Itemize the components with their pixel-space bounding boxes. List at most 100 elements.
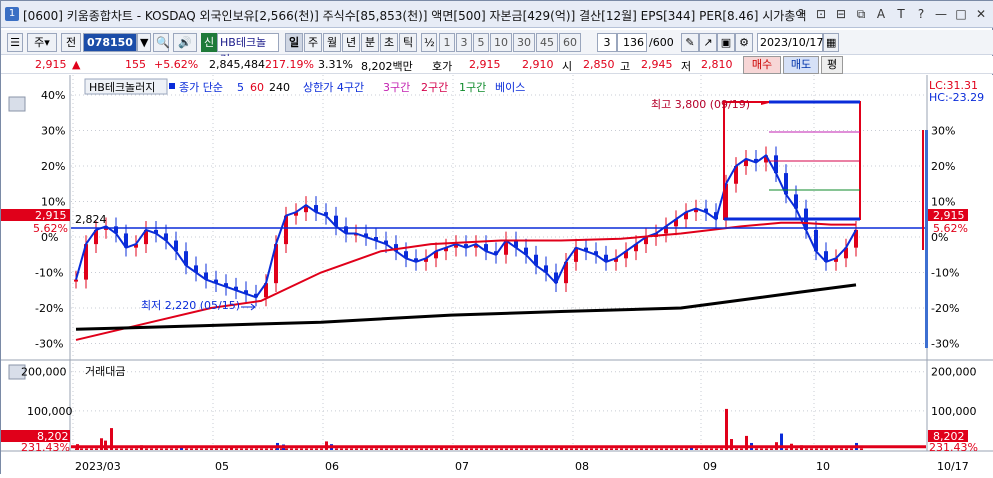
chart-area[interactable]: 40% 30% 20% 10% 0% -10% -20% -30% 30% 20% 10% 0% -10… bbox=[1, 75, 993, 475]
info-icon[interactable]: ? bbox=[912, 4, 930, 24]
title-bar: 1 [0600] 키움종합차트 - KOSDAQ 외국인보유[2,566(천)]… bbox=[1, 1, 993, 28]
current-price: 2,915 bbox=[35, 58, 67, 71]
capture-icon[interactable]: ⊡ bbox=[812, 4, 830, 24]
maximize-icon[interactable]: □ bbox=[952, 4, 970, 24]
period-button-2[interactable]: 월 bbox=[323, 33, 341, 52]
vol-bar-small bbox=[695, 448, 698, 450]
pin-icon[interactable]: ✎ bbox=[681, 33, 699, 52]
new-badge[interactable]: 신 bbox=[201, 33, 217, 52]
calendar-icon[interactable]: ▦ bbox=[823, 33, 839, 52]
interval-button-30[interactable]: 30 bbox=[513, 33, 535, 52]
vol-bar-small bbox=[195, 448, 198, 450]
high-annotation: 최고 3,800 (09/19) bbox=[651, 98, 750, 111]
period-button-6[interactable]: 틱 bbox=[399, 33, 417, 52]
range-button[interactable]: 전 bbox=[61, 33, 81, 52]
vol-bar-small bbox=[80, 448, 83, 450]
interval-select[interactable]: 3 bbox=[597, 33, 617, 52]
buy-button[interactable]: 매수 bbox=[743, 56, 781, 74]
date-input[interactable]: 2023/10/17 bbox=[757, 33, 823, 52]
vol-bar-small bbox=[125, 448, 128, 450]
vol-bar-small bbox=[610, 448, 613, 450]
font-icon[interactable]: A bbox=[872, 4, 890, 24]
interval-button-45[interactable]: 45 bbox=[536, 33, 558, 52]
save-icon[interactable]: ▣ bbox=[717, 33, 735, 52]
vol-bar-small bbox=[300, 448, 303, 450]
left-axis-label: -30% bbox=[35, 338, 63, 351]
period-button-1[interactable]: 주 bbox=[304, 33, 322, 52]
vol-bar-small bbox=[530, 448, 533, 450]
vol-bar-small bbox=[335, 448, 338, 450]
vol-bar-small bbox=[220, 448, 223, 450]
vol-bar-small bbox=[390, 448, 393, 450]
vol-bar-small bbox=[705, 448, 708, 450]
interval-button-5[interactable]: 5 bbox=[473, 33, 489, 52]
vol-bar-small bbox=[205, 448, 208, 450]
left-axis-label: -20% bbox=[35, 302, 63, 315]
price-tag-left: 2,915 bbox=[35, 209, 67, 222]
vol-bar-small bbox=[435, 448, 438, 450]
high-price: 2,945 bbox=[641, 58, 673, 71]
minimize-icon[interactable]: — bbox=[932, 4, 950, 24]
price-chart-svg[interactable]: 40%30%20%10%0%-10%-20%-30%30%20%10%0%-10… bbox=[1, 75, 993, 475]
interval-button-1[interactable]: 1 bbox=[439, 33, 455, 52]
vol-bar-small bbox=[605, 448, 608, 450]
vol-bar-small bbox=[380, 448, 383, 450]
change-percent: +5.62% bbox=[154, 58, 199, 71]
vol-bar-small bbox=[410, 448, 413, 450]
vol-bar-small bbox=[155, 448, 158, 450]
legend-ma5: 5 bbox=[237, 81, 244, 94]
vol-bar-small bbox=[490, 448, 493, 450]
up-arrow-icon: ▲ bbox=[72, 58, 81, 71]
chart-window: 1 [0600] 키움종합차트 - KOSDAQ 외국인보유[2,566(천)]… bbox=[0, 0, 993, 475]
fraction-button[interactable]: ½ bbox=[421, 33, 437, 52]
eval-button[interactable]: 평 bbox=[821, 56, 843, 74]
help-icon[interactable]: ? bbox=[792, 4, 810, 24]
app-icon[interactable]: 1 bbox=[5, 7, 19, 21]
text-icon[interactable]: T bbox=[892, 4, 910, 24]
level-label: 2,824 bbox=[75, 213, 107, 226]
legend-base: 베이스 bbox=[495, 81, 525, 94]
link-icon[interactable]: ⧉ bbox=[852, 4, 870, 24]
period-button-4[interactable]: 분 bbox=[361, 33, 379, 52]
stock-name[interactable]: HB테크놀러 bbox=[217, 33, 279, 66]
vol-pct-left: 231.43% bbox=[21, 441, 70, 454]
low-annotation: 최저 2,220 (05/15) bbox=[141, 299, 240, 312]
vol-bar-small bbox=[235, 448, 238, 450]
legend-zone2: 2구간 bbox=[421, 81, 448, 94]
vol-bar-small bbox=[710, 448, 713, 450]
vol-bar-small bbox=[570, 448, 573, 450]
vol-bar-small bbox=[815, 448, 818, 450]
vol-bar-small bbox=[480, 448, 483, 450]
sell-button[interactable]: 매도 bbox=[783, 56, 819, 74]
count-input[interactable]: 136 bbox=[617, 33, 647, 52]
count-total: /600 bbox=[649, 36, 674, 49]
period-button-5[interactable]: 초 bbox=[380, 33, 398, 52]
period-button-3[interactable]: 년 bbox=[342, 33, 360, 52]
vol-bar-small bbox=[200, 448, 203, 450]
legend-name: HB테크놀러지 bbox=[89, 81, 155, 94]
interval-button-60[interactable]: 60 bbox=[559, 33, 581, 52]
period-select[interactable]: 주▾ bbox=[27, 33, 57, 52]
vol-bar-small bbox=[450, 448, 453, 450]
code-input[interactable]: 078150 bbox=[83, 33, 137, 52]
ask-price: 2,915 bbox=[469, 58, 501, 71]
vol-bar-small bbox=[510, 448, 513, 450]
vol-bar-small bbox=[805, 448, 808, 450]
month-label: 2023/03 bbox=[75, 460, 121, 473]
interval-button-3[interactable]: 3 bbox=[456, 33, 472, 52]
vol-bar-small bbox=[360, 448, 363, 450]
layout-icon[interactable]: ⊟ bbox=[832, 4, 850, 24]
menu-toggle-icon[interactable]: ☰ bbox=[7, 33, 23, 52]
code-dropdown-icon[interactable]: ▼ bbox=[137, 33, 151, 52]
right-axis-label: 10% bbox=[931, 196, 955, 209]
close-icon[interactable]: ✕ bbox=[972, 4, 990, 24]
sound-icon[interactable]: 🔊 bbox=[173, 33, 197, 52]
search-icon[interactable]: 🔍 bbox=[153, 33, 170, 52]
trend-icon[interactable]: ↗ bbox=[699, 33, 717, 52]
settings-icon[interactable]: ⚙ bbox=[735, 33, 753, 52]
period-button-0[interactable]: 일 bbox=[285, 33, 303, 52]
vol-bar-small bbox=[135, 448, 138, 450]
toolbar: ☰ 주▾ 전 078150 ▼ 🔍 🔊 신 HB테크놀러 일주월년분초틱 ½ 1… bbox=[1, 30, 993, 66]
interval-button-10[interactable]: 10 bbox=[490, 33, 512, 52]
right-axis-label: -10% bbox=[931, 267, 959, 280]
